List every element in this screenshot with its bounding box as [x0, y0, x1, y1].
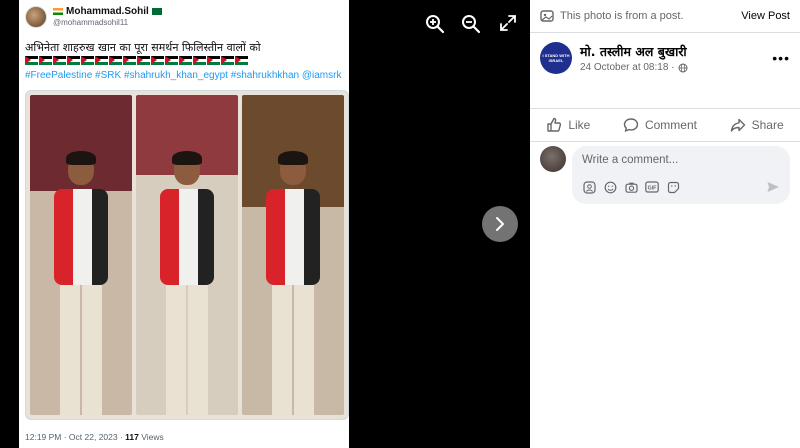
author-avatar-text: I STAND WITH ISRAEL [542, 53, 570, 63]
tweet-author-name: Mohammad.Sohil [66, 6, 149, 17]
tweet-header: Mohammad.Sohil @mohammadsohil11 [25, 6, 162, 28]
avatar-sticker-icon[interactable] [582, 180, 596, 194]
post-date[interactable]: 24 October at 08:18 · [580, 62, 675, 73]
photo-panel-2 [136, 95, 238, 415]
saudi-flag-icon [151, 8, 162, 15]
photo-panel-3 [242, 95, 344, 415]
comment-composer: GIF [540, 146, 790, 204]
palestine-flag-icon [25, 56, 38, 65]
more-options-icon[interactable]: ••• [772, 50, 790, 66]
gif-icon[interactable]: GIF [645, 180, 659, 194]
photo-icon [540, 10, 554, 22]
post-side-panel: This photo is from a post. View Post I S… [530, 0, 800, 448]
comment-input[interactable] [582, 154, 772, 166]
divider [530, 108, 800, 109]
palestine-flag-icon [39, 56, 52, 65]
palestine-flag-icon [123, 56, 136, 65]
palestine-flag-icon [109, 56, 122, 65]
palestine-flag-icon [137, 56, 150, 65]
tweet-hashtags: #FreePalestine #SRK #shahrukh_khan_egypt… [25, 70, 342, 81]
palestine-flag-icon [81, 56, 94, 65]
comment-box[interactable]: GIF [572, 146, 790, 204]
next-photo-button[interactable] [482, 206, 518, 242]
palestine-flags-row [25, 56, 248, 65]
svg-text:GIF: GIF [648, 185, 657, 191]
expand-icon[interactable] [497, 14, 519, 36]
palestine-flag-icon [179, 56, 192, 65]
tweet-views-count: 117 [125, 432, 139, 442]
tweet-views-label: Views [138, 432, 164, 442]
comment-label: Comment [644, 118, 697, 132]
zoom-in-icon[interactable] [424, 14, 446, 36]
send-comment-icon[interactable] [766, 180, 780, 199]
sticker-icon[interactable] [666, 180, 680, 194]
share-icon [730, 118, 745, 132]
comment-button[interactable]: Comment [623, 117, 697, 133]
photo-source-text: This photo is from a post. [560, 10, 684, 22]
divider [530, 141, 800, 142]
india-flag-icon [53, 8, 63, 15]
person-figure [156, 125, 218, 415]
camera-icon[interactable] [624, 180, 638, 194]
like-button[interactable]: Like [546, 117, 590, 133]
person-figure [262, 125, 324, 415]
post-actions-bar: Like Comment Share [530, 110, 800, 140]
tweet-handle: @mohammadsohil11 [53, 18, 129, 27]
photo-panel-1 [30, 95, 132, 415]
emoji-icon[interactable] [603, 180, 617, 194]
tweet-avatar [25, 6, 47, 28]
tweet-text: अभिनेता शाहरुख खान का पूरा समर्थन फिलिस्… [25, 41, 261, 54]
palestine-flag-icon [67, 56, 80, 65]
palestine-flag-icon [193, 56, 206, 65]
thumbs-up-icon [547, 117, 562, 132]
palestine-flag-icon [221, 56, 234, 65]
post-header: I STAND WITH ISRAEL मो. तस्लीम अल बुखारी… [540, 42, 790, 74]
palestine-flag-icon [165, 56, 178, 65]
divider [530, 32, 800, 33]
palestine-flag-icon [207, 56, 220, 65]
share-label: Share [751, 118, 784, 132]
tweet-footer: 12:19 PM · Oct 22, 2023 · 117 Views [25, 432, 164, 442]
photo-viewer-page: Mohammad.Sohil @mohammadsohil11 अभिनेता … [0, 0, 800, 448]
palestine-flag-icon [235, 56, 248, 65]
chevron-right-icon [496, 217, 504, 231]
comment-icon [623, 118, 639, 132]
photo-source-note: This photo is from a post. View Post [530, 0, 800, 32]
zoom-out-icon[interactable] [460, 14, 482, 36]
tweet-screenshot-image: Mohammad.Sohil @mohammadsohil11 अभिनेता … [19, 0, 349, 448]
tweet-timestamp: 12:19 PM · Oct 22, 2023 · [25, 432, 126, 442]
like-label: Like [568, 118, 591, 132]
author-avatar[interactable]: I STAND WITH ISRAEL [540, 42, 572, 74]
globe-icon [678, 63, 688, 72]
palestine-flag-icon [53, 56, 66, 65]
palestine-flag-icon [95, 56, 108, 65]
palestine-flag-icon [151, 56, 164, 65]
view-post-link[interactable]: View Post [741, 10, 790, 22]
comment-tools: GIF [582, 180, 680, 194]
post-author-name[interactable]: मो. तस्लीम अल बुखारी [580, 43, 688, 60]
person-figure [50, 125, 112, 415]
photo-viewer: Mohammad.Sohil @mohammadsohil11 अभिनेता … [0, 0, 530, 448]
share-button[interactable]: Share [730, 117, 784, 133]
tweet-collage-photo [25, 90, 349, 420]
current-user-avatar[interactable] [540, 146, 566, 172]
